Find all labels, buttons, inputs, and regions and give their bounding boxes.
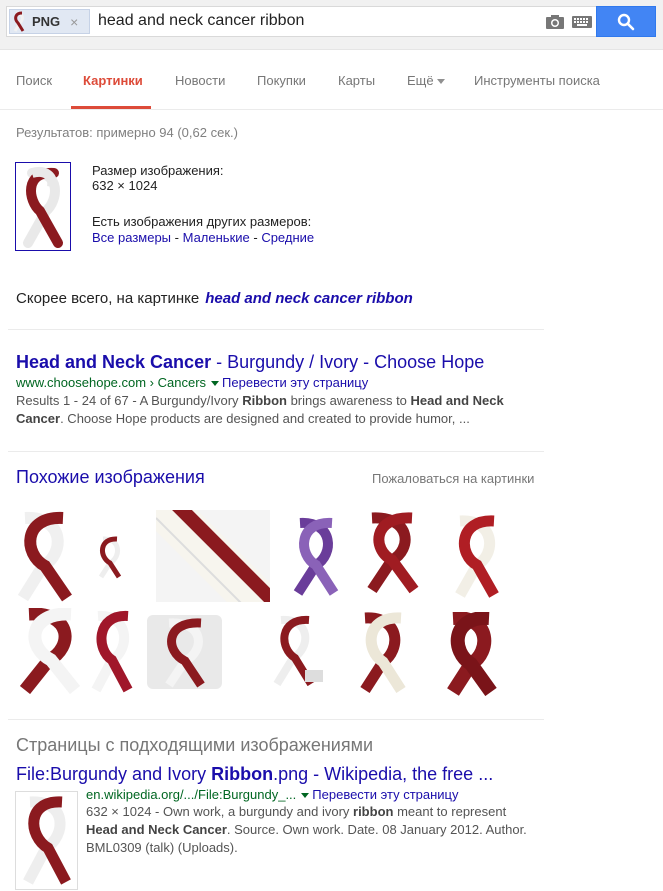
snippet-bold: ribbon: [353, 804, 394, 819]
image-size-value: 632 × 1024: [92, 178, 158, 193]
camera-icon[interactable]: [545, 14, 565, 30]
similar-image[interactable]: [15, 607, 85, 695]
caret-down-icon[interactable]: [211, 381, 220, 387]
chip-close-icon[interactable]: ×: [70, 14, 78, 30]
keyboard-icon[interactable]: [572, 16, 592, 28]
similar-image[interactable]: [445, 611, 497, 697]
result-title-bold: Head and Neck Cancer: [16, 352, 212, 372]
similar-image[interactable]: [147, 615, 222, 689]
active-tab-indicator: [71, 106, 151, 109]
snippet-text: 632 × 1024 - Own work, a burgundy and iv…: [86, 804, 354, 819]
result-title-link[interactable]: File:Burgundy and Ivory Ribbon.png - Wik…: [16, 764, 493, 785]
similar-image[interactable]: [95, 535, 125, 579]
search-tabs: Поиск Картинки Новости Покупки Карты Ещё…: [0, 50, 663, 110]
result-title-bold: Ribbon: [211, 764, 274, 784]
similar-images-heading[interactable]: Похожие изображения: [16, 467, 205, 488]
report-images-link[interactable]: Пожаловаться на картинки: [372, 471, 534, 486]
result-snippet: Results 1 - 24 of 67 - A Burgundy/Ivory …: [16, 392, 536, 428]
similar-image[interactable]: [290, 517, 342, 597]
snippet-text: brings awareness to: [286, 393, 411, 408]
result-url: en.wikipedia.org/.../File:Burgundy_... Пе…: [86, 787, 459, 802]
tab-search[interactable]: Поиск: [16, 73, 52, 88]
result-stats: Результатов: примерно 94 (0,62 сек.): [16, 125, 238, 140]
result-url: www.choosehope.com › Cancers Перевести эт…: [16, 375, 368, 390]
search-box[interactable]: PNG × head and neck cancer ribbon: [6, 6, 596, 37]
snippet-bold: Head and Neck Cancer: [86, 822, 227, 837]
similar-image[interactable]: [90, 610, 135, 694]
snippet-text: . Source. Own work. Date. 08 January 201…: [226, 822, 527, 837]
snippet-bold: Ribbon: [242, 393, 287, 408]
size-sep: -: [249, 230, 262, 245]
chevron-down-icon: [436, 79, 445, 85]
result-snippet: 632 × 1024 - Own work, a burgundy and iv…: [86, 803, 536, 857]
snippet-bold: Head and Neck: [410, 393, 504, 408]
similar-image[interactable]: [452, 515, 502, 599]
image-size-label: Размер изображения:: [92, 163, 224, 178]
best-guess-link[interactable]: head and neck cancer ribbon: [205, 290, 413, 307]
tab-news[interactable]: Новости: [175, 73, 225, 88]
tab-more-label: Ещё: [407, 73, 434, 88]
result-title-rest: - Burgundy / Ivory - Choose Hope: [211, 352, 485, 372]
size-links: Все размеры - Маленькие - Средние: [92, 230, 314, 245]
similar-image[interactable]: [355, 612, 410, 694]
all-sizes-link[interactable]: Все размеры: [92, 230, 171, 245]
result-thumbnail[interactable]: [15, 791, 78, 890]
query-image-thumbnail[interactable]: [15, 162, 71, 251]
chip-label: PNG: [32, 14, 61, 29]
search-bar: PNG × head and neck cancer ribbon: [0, 0, 663, 50]
similar-image[interactable]: [265, 614, 325, 690]
tab-more[interactable]: Ещё: [407, 73, 445, 88]
result-url-text: en.wikipedia.org/.../File:Burgundy_...: [86, 787, 297, 802]
similar-image[interactable]: [15, 510, 73, 602]
best-guess-prefix: Скорее всего, на картинке: [16, 290, 200, 307]
search-button[interactable]: [596, 6, 656, 37]
tab-search-tools[interactable]: Инструменты поиска: [474, 73, 600, 88]
result-title-text: .png - Wikipedia, the free ...: [273, 764, 494, 784]
similar-image[interactable]: [156, 510, 270, 602]
search-icon: [617, 13, 635, 30]
translate-link[interactable]: Перевести эту страницу: [222, 375, 368, 390]
matching-pages-heading: Страницы с подходящими изображениями: [16, 735, 374, 755]
best-guess: Скорее всего, на картинке head and neck c…: [16, 290, 413, 307]
snippet-text: . Choose Hope products are designed and …: [60, 411, 470, 426]
similar-image[interactable]: [362, 512, 422, 594]
snippet-bold: Cancer: [16, 411, 61, 426]
image-query-chip[interactable]: PNG ×: [9, 9, 90, 34]
search-input[interactable]: head and neck cancer ribbon: [98, 12, 304, 30]
medium-sizes-link[interactable]: Средние: [261, 230, 314, 245]
result-url-text: www.choosehope.com › Cancers: [16, 375, 207, 390]
snippet-text: BML0309 (talk) (Uploads).: [86, 840, 238, 855]
snippet-text: meant to represent: [393, 804, 507, 819]
divider: [8, 719, 544, 720]
result-title-text: File:Burgundy and Ivory: [16, 764, 212, 784]
divider: [8, 451, 544, 452]
divider: [8, 329, 544, 330]
snippet-text: Results 1 - 24 of 67 - A Burgundy/Ivory: [16, 393, 243, 408]
small-sizes-link[interactable]: Маленькие: [183, 230, 250, 245]
translate-link[interactable]: Перевести эту страницу: [312, 787, 458, 802]
tab-shopping[interactable]: Покупки: [257, 73, 306, 88]
other-sizes-label: Есть изображения других размеров:: [92, 214, 312, 229]
ribbon-image: [23, 167, 63, 248]
tab-images[interactable]: Картинки: [83, 73, 143, 88]
tab-maps[interactable]: Карты: [338, 73, 375, 88]
size-sep: -: [171, 230, 183, 245]
caret-down-icon[interactable]: [301, 793, 310, 799]
ribbon-thumbnail-icon: [13, 11, 25, 32]
result-title-link[interactable]: Head and Neck Cancer - Burgundy / Ivory …: [16, 352, 484, 373]
